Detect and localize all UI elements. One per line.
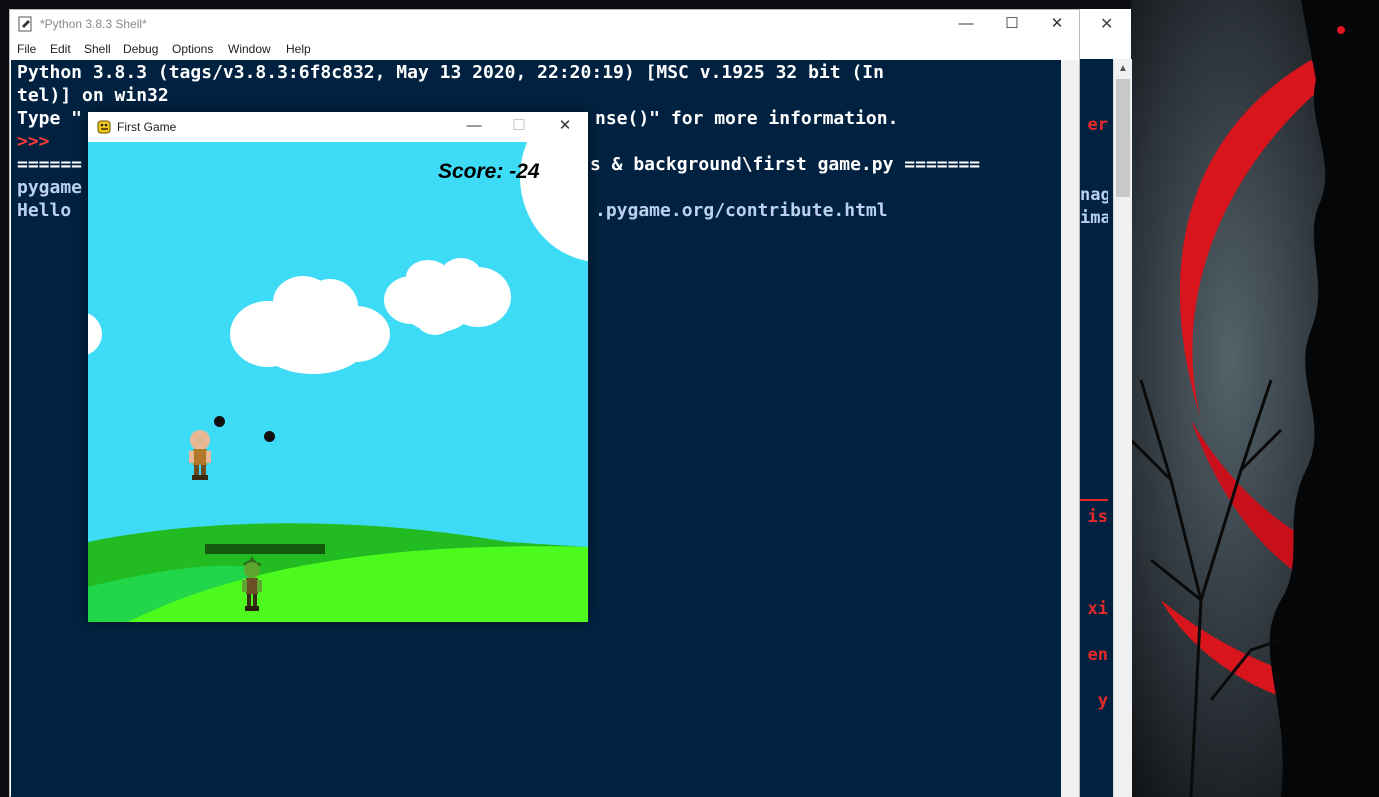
pygame-window[interactable]: First Game — ☐ ✕ Score: -24 xyxy=(88,112,588,622)
shell-scrollbar[interactable] xyxy=(1061,60,1079,797)
shell-line: Python 3.8.3 (tags/v3.8.3:6f8c832, May 1… xyxy=(17,62,884,83)
background-window-close-button[interactable]: ✕ xyxy=(1100,14,1113,34)
shell-window-title: *Python 3.8.3 Shell* xyxy=(40,17,147,31)
bullet xyxy=(214,416,225,427)
background-text-fragment: ima xyxy=(1080,208,1108,228)
hills-ground xyxy=(88,523,588,622)
background-text-fragment: xi xyxy=(1087,599,1108,619)
bullet xyxy=(264,431,275,442)
shell-line-tail: s & background\first game.py ======= xyxy=(590,154,981,175)
background-window[interactable]: ✕ er nag ima is xi en y ▲ xyxy=(1080,9,1132,797)
shell-line: ====== xyxy=(17,154,83,175)
shell-close-button[interactable]: ✕ xyxy=(1034,10,1080,40)
shell-line: pygame xyxy=(17,177,83,198)
menu-shell[interactable]: Shell xyxy=(84,42,111,56)
wallpaper-image xyxy=(1131,0,1379,797)
background-text-fragment: y xyxy=(1097,691,1108,711)
menu-file[interactable]: File xyxy=(17,42,36,56)
game-titlebar[interactable]: First Game — ☐ ✕ xyxy=(88,112,588,142)
background-divider xyxy=(1080,499,1108,501)
shell-menubar: File Edit Shell Debug Options Window Hel… xyxy=(10,40,1079,60)
idle-app-icon xyxy=(18,16,32,32)
game-canvas[interactable]: Score: -24 xyxy=(88,142,588,622)
shell-line: Hello xyxy=(17,200,83,221)
player-character xyxy=(189,430,211,480)
cloud-shape xyxy=(88,312,102,356)
score-label: Score: -24 xyxy=(438,160,540,183)
scrollbar-thumb[interactable] xyxy=(1116,79,1130,197)
enemy-goblin xyxy=(242,556,262,611)
background-text-fragment: er xyxy=(1087,115,1108,135)
shell-titlebar[interactable]: *Python 3.8.3 Shell* — ☐ ✕ xyxy=(10,10,1079,40)
menu-debug[interactable]: Debug xyxy=(123,42,158,56)
background-text-fragment: en xyxy=(1087,645,1108,665)
shell-line: tel)] on win32 xyxy=(17,85,169,106)
menu-help[interactable]: Help xyxy=(286,42,311,56)
background-text-fragment: nag xyxy=(1080,185,1108,205)
enemy-health-bar xyxy=(205,544,325,554)
shell-prompt: >>> xyxy=(17,131,50,152)
shell-line: Type " xyxy=(17,108,83,129)
shell-line-tail: nse()" for more information. xyxy=(595,108,899,129)
enemy-health-fill xyxy=(205,544,325,554)
menu-edit[interactable]: Edit xyxy=(50,42,71,56)
game-window-title: First Game xyxy=(117,120,177,134)
shell-maximize-button[interactable]: ☐ xyxy=(989,10,1035,40)
scroll-up-icon[interactable]: ▲ xyxy=(1118,63,1128,74)
pygame-snake-icon xyxy=(97,120,111,134)
cloud-shape xyxy=(230,276,390,374)
game-minimize-button[interactable]: — xyxy=(451,112,497,142)
background-window-scrollbar[interactable]: ▲ xyxy=(1113,59,1132,797)
background-text-fragment: is xyxy=(1087,507,1108,527)
game-maximize-button[interactable]: ☐ xyxy=(496,112,542,142)
shell-minimize-button[interactable]: — xyxy=(943,10,989,40)
game-close-button[interactable]: ✕ xyxy=(542,112,588,142)
cloud-shape xyxy=(384,258,511,335)
menu-window[interactable]: Window xyxy=(228,42,271,56)
menu-options[interactable]: Options xyxy=(172,42,213,56)
shell-line-tail: .pygame.org/contribute.html xyxy=(595,200,888,221)
